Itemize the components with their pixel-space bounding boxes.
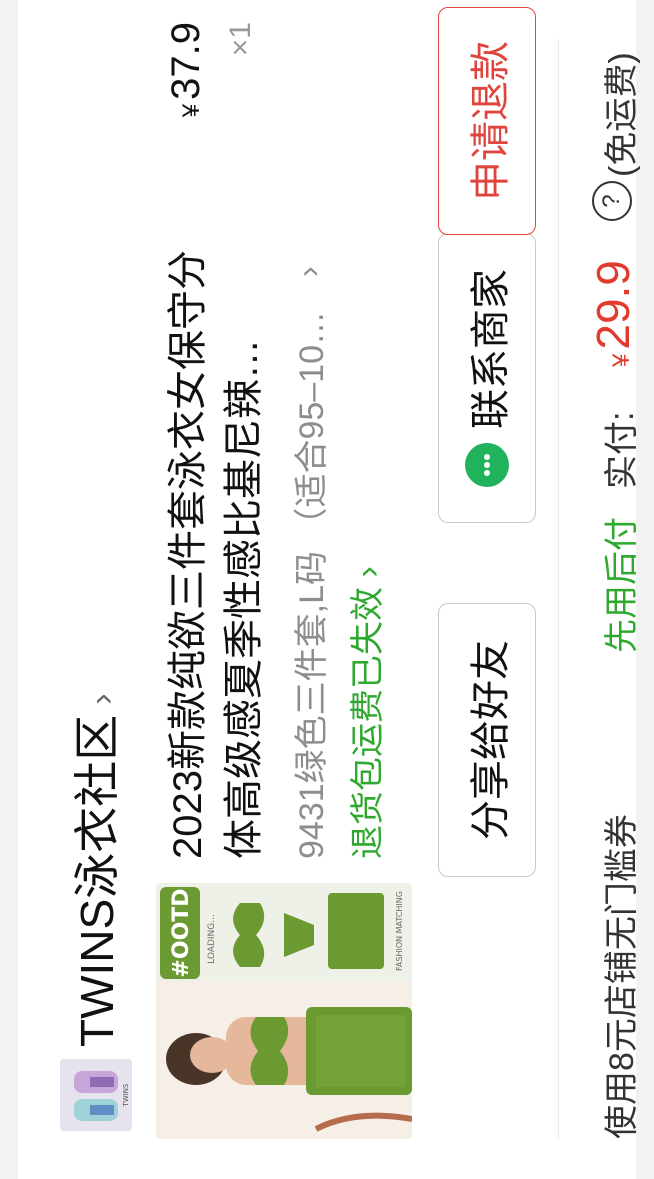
paid-amount-value: 29.9 [587,260,639,350]
image-caption: LOADING... [207,914,217,964]
paid-amount: ¥29.9 [586,260,640,367]
spec-chevron-icon[interactable]: › [290,266,327,277]
order-card: TWINS TWINS泳衣社区 › #OOTD LOADING... FASHIO… [18,0,641,1179]
coupon-text: 使用8元店铺无门槛券 [603,814,641,1139]
shop-name-link[interactable]: TWINS泳衣社区 › [62,693,132,1047]
paid-label: 实付: [603,411,641,489]
rotated-content: TWINS TWINS泳衣社区 › #OOTD LOADING... FASHIO… [0,0,654,1179]
price-value: 37.9 [164,22,208,100]
chevron-right-icon: › [83,693,121,705]
product-image[interactable]: #OOTD LOADING... FASHION MATCHING [156,883,412,1139]
image-subcaption: FASHION MATCHING [395,891,404,971]
shop-name: TWINS泳衣社区 [71,714,123,1047]
divider [558,39,559,1139]
free-shipping-label: (免运费) [603,52,641,177]
product-spec[interactable]: 9431绿色三件套,L码 （适合95–10… [288,279,336,859]
image-badge: #OOTD [169,888,194,977]
shop-logo-text: TWINS [122,1083,130,1107]
product-photo: #OOTD LOADING... FASHION MATCHING [156,883,412,1139]
price-currency-symbol: ¥ [178,103,205,118]
product-quantity: ×1 [224,22,257,57]
shop-logo-image: TWINS [60,1059,132,1131]
refund-button-label: 申请退款 [469,41,513,201]
share-button[interactable]: 分享给好友 [438,603,536,877]
help-icon[interactable]: ? [592,181,632,221]
contact-seller-label: 联系商家 [469,269,513,429]
refund-button[interactable]: 申请退款 [438,7,536,235]
return-shipping-note[interactable]: 退货包运费已失效 › [344,566,392,859]
pay-later-label: 先用后付 [603,517,641,653]
return-shipping-note-text: 退货包运费已失效 [349,587,387,859]
product-title[interactable]: 2023新款纯欲三件套泳衣女保守分体高级感夏季性感比基尼辣… [160,219,272,859]
return-shipping-chevron-icon: › [349,566,387,578]
wechat-chat-icon [465,443,509,487]
paid-currency-symbol: ¥ [608,353,635,367]
contact-seller-button[interactable]: 联系商家 [438,233,536,523]
shop-logo[interactable]: TWINS [60,1059,132,1131]
share-button-label: 分享给好友 [469,640,513,840]
product-price: ¥37.9 [164,22,209,117]
